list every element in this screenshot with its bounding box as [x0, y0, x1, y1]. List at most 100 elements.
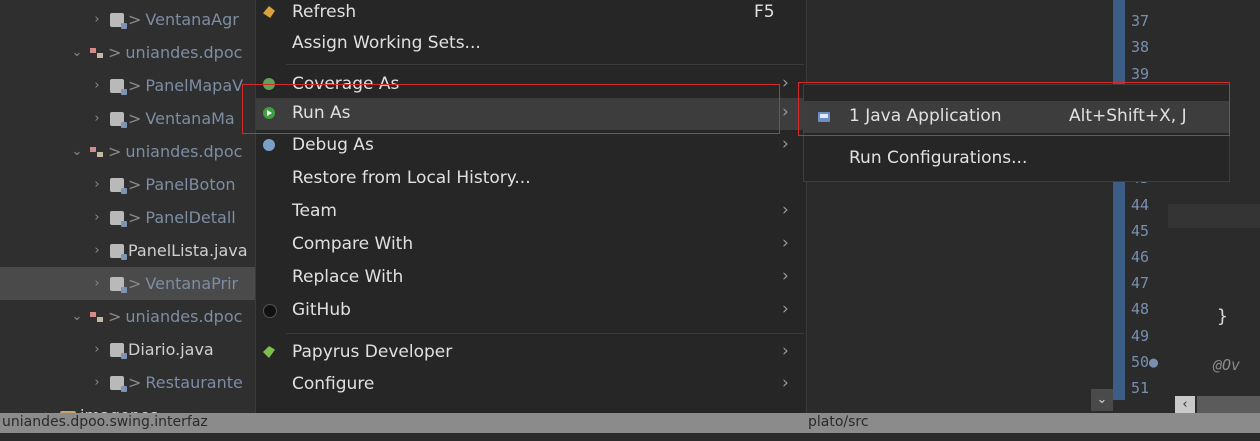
java-file-icon [110, 177, 127, 194]
tree-item[interactable]: › > VentanaPrir [0, 267, 258, 300]
chevron-right-icon[interactable]: › [90, 177, 104, 192]
dirty-marker: > [108, 307, 122, 326]
menu-item-shortcut: F5 [754, 2, 775, 22]
line-number: 46 [1131, 248, 1150, 266]
java-file-icon [110, 342, 127, 359]
chevron-down-icon[interactable]: ⌄ [70, 309, 84, 324]
tree-item-label: VentanaMa [145, 109, 235, 128]
menu-separator [286, 64, 804, 65]
tree-item[interactable]: › Diario.java [0, 333, 258, 366]
dirty-marker: > [128, 208, 142, 227]
code-closing-brace: } [1217, 306, 1228, 327]
line-number: 44 [1131, 195, 1150, 214]
tree-item[interactable]: ⌄ > uniandes.dpoc [0, 36, 258, 69]
java-file-icon [110, 78, 127, 95]
line-number: 45 [1131, 221, 1150, 240]
context-menu[interactable]: Refresh F5 Assign Working Sets... Coverage … [255, 0, 807, 434]
submenu-item-label: Run Configurations... [849, 148, 1028, 168]
submenu-arrow-icon: › [782, 341, 789, 361]
run-as-highlight-box [242, 84, 780, 134]
menu-item-configure[interactable]: Configure › [256, 369, 804, 401]
menu-item-label: Configure [292, 374, 375, 394]
package-icon [90, 145, 104, 159]
line-number: 48 [1131, 300, 1150, 319]
tree-item[interactable]: › > PanelMapaV [0, 69, 258, 102]
chevron-right-icon[interactable]: › [90, 210, 104, 225]
java-application-highlight-box [798, 82, 1230, 136]
chevron-right-icon[interactable]: › [90, 111, 104, 126]
chevron-right-icon[interactable]: › [90, 342, 104, 357]
tree-item[interactable]: › PanelLista.java [0, 234, 258, 267]
dirty-marker: > [128, 274, 142, 293]
dirty-marker: > [128, 175, 142, 194]
package-icon [90, 310, 104, 324]
tree-item-label: PanelBoton [145, 175, 236, 194]
submenu-arrow-icon: › [782, 200, 789, 220]
github-icon [263, 304, 277, 318]
menu-item-label: GitHub [292, 300, 351, 320]
project-explorer[interactable]: › > VentanaAgr ⌄ > uniandes.dpoc › > PanelMapaV ›… [0, 0, 258, 433]
chevron-right-icon[interactable]: › [90, 78, 104, 93]
debug-icon [263, 139, 275, 151]
line-number: 51 [1131, 379, 1150, 397]
chevron-down-icon[interactable]: ⌄ [70, 45, 84, 60]
line-number: 49 [1131, 326, 1150, 345]
line-number: 39 [1131, 64, 1150, 83]
java-file-icon [110, 210, 127, 227]
scroll-left-icon[interactable]: ‹ [1175, 396, 1195, 413]
tree-item[interactable]: ⌄ > uniandes.dpoc [0, 300, 258, 333]
tree-item-label: uniandes.dpoc [125, 307, 243, 326]
chevron-right-icon[interactable]: › [90, 12, 104, 27]
menu-item-label: Restore from Local History... [292, 168, 531, 188]
tree-item-label: VentanaPrir [145, 274, 239, 293]
menu-item-debug-as[interactable]: Debug As › [256, 130, 804, 162]
dirty-marker: > [108, 43, 122, 62]
menu-item-label: Refresh [292, 2, 357, 22]
code-annotation: @Ov [1213, 356, 1241, 374]
tree-item-label: Diario.java [128, 340, 214, 359]
line-number: 36 [1131, 0, 1149, 4]
tree-item-label: uniandes.dpoc [125, 142, 243, 161]
dirty-marker: > [108, 142, 122, 161]
chevron-right-icon[interactable]: › [90, 276, 104, 291]
horizontal-scrollbar[interactable] [1197, 396, 1260, 413]
tree-item[interactable]: › > PanelBoton [0, 168, 258, 201]
submenu-arrow-icon: › [782, 102, 789, 122]
menu-item-refresh[interactable]: Refresh F5 [256, 0, 804, 29]
tree-item[interactable]: › > VentanaMa [0, 102, 258, 135]
tree-item[interactable]: › > Restaurante [0, 366, 258, 399]
menu-item-restore-from-local-history[interactable]: Restore from Local History... [256, 163, 804, 195]
menu-separator [286, 333, 804, 334]
line-number: 37 [1131, 12, 1150, 31]
submenu-arrow-icon: › [782, 299, 789, 319]
dirty-marker: > [128, 76, 142, 95]
tree-item-label: PanelDetall [145, 208, 236, 227]
scroll-down-icon[interactable]: ⌄ [1091, 389, 1113, 411]
status-right-text: plato/src [808, 414, 869, 430]
chevron-down-icon[interactable]: ⌄ [70, 144, 84, 159]
editor-gutter [1113, 0, 1125, 400]
menu-item-github[interactable]: GitHub › [256, 295, 804, 327]
tree-item-label: Restaurante [145, 373, 243, 392]
tree-item[interactable]: › > VentanaAgr [0, 3, 258, 36]
tree-item-label: PanelMapaV [145, 76, 244, 95]
current-line-highlight [1168, 204, 1260, 228]
submenu-item-run-configurations[interactable]: Run Configurations... [804, 143, 1229, 175]
java-file-icon [110, 375, 127, 392]
chevron-right-icon[interactable]: › [90, 375, 104, 390]
menu-item-papyrus-developer[interactable]: Papyrus Developer › [256, 337, 804, 369]
tree-item[interactable]: ⌄ > uniandes.dpoc [0, 135, 258, 168]
status-left-text: uniandes.dpoo.swing.interfaz [2, 414, 208, 430]
menu-item-assign-working-sets[interactable]: Assign Working Sets... [256, 28, 804, 60]
menu-item-compare-with[interactable]: Compare With › [256, 229, 804, 261]
chevron-right-icon[interactable]: › [90, 243, 104, 258]
menu-item-team[interactable]: Team › [256, 196, 804, 228]
dirty-marker: > [128, 109, 142, 128]
tree-item[interactable]: › > PanelDetall [0, 201, 258, 234]
menu-item-label: Replace With [292, 267, 404, 287]
line-number: 38 [1131, 38, 1150, 57]
submenu-arrow-icon: › [782, 73, 789, 93]
line-number: 50● [1131, 352, 1159, 371]
java-file-icon [110, 276, 127, 293]
menu-item-replace-with[interactable]: Replace With › [256, 262, 804, 294]
